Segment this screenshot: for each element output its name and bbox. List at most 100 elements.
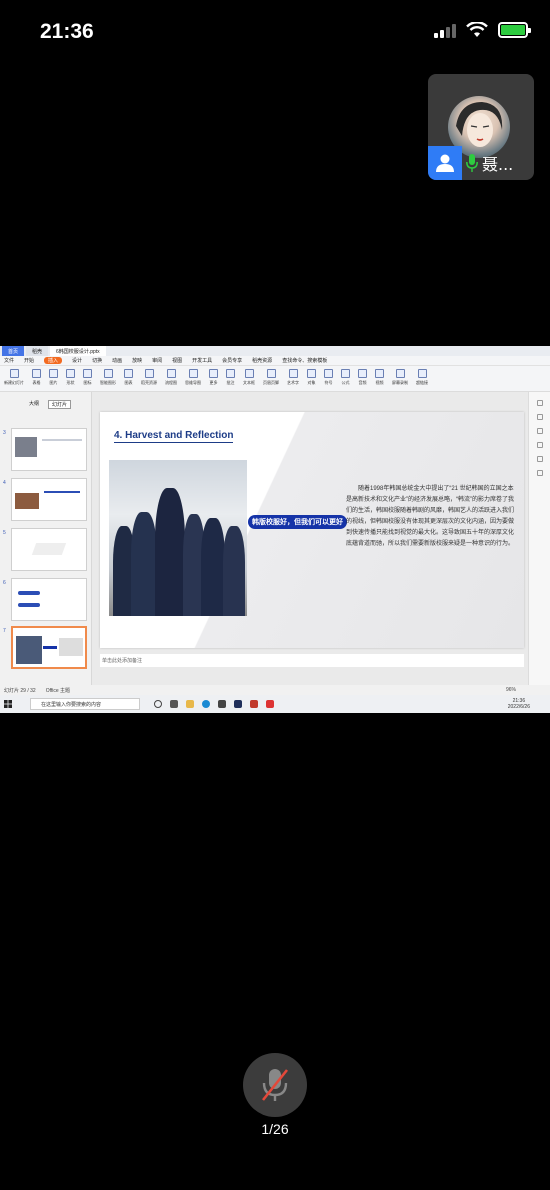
app-icon[interactable]	[250, 700, 258, 708]
photoshop-icon[interactable]	[234, 700, 242, 708]
tab-daoke[interactable]: 稻壳	[26, 346, 49, 356]
ribbon-resources[interactable]: 稻壳资源	[141, 369, 157, 386]
ribbon-comment[interactable]: 批注	[226, 369, 235, 386]
ribbon-flowchart[interactable]: 流程图	[165, 369, 177, 386]
file-explorer-icon[interactable]	[186, 700, 194, 708]
ribbon-shape[interactable]: 形状	[66, 369, 75, 386]
notes-input[interactable]: 单击此处添加备注	[100, 654, 524, 667]
edge-icon[interactable]	[202, 700, 210, 708]
tab-outline[interactable]: 大纲	[26, 400, 42, 409]
ribbon-screen-record[interactable]: 屏幕录制	[392, 369, 408, 386]
menu-developer[interactable]: 开发工具	[192, 357, 212, 364]
tab-home[interactable]: 首页	[2, 346, 25, 356]
thumb-number: 4	[3, 480, 6, 486]
task-view-icon[interactable]	[170, 700, 178, 708]
insert-ribbon: 新建幻灯片 表格 图片 形状 图标 智能图形 图表 稻壳资源 流程图 思维导图 …	[0, 366, 550, 392]
hyperlink-icon	[417, 369, 427, 378]
slide-thumbnail-selected[interactable]	[11, 626, 87, 669]
menu-resources[interactable]: 稻壳资源	[252, 357, 272, 364]
ribbon-object[interactable]: 对象	[307, 369, 316, 386]
ribbon-formula[interactable]: 公式	[341, 369, 350, 386]
tool-icon[interactable]	[536, 400, 543, 406]
menu-search[interactable]: 查找命令、搜索模板	[282, 357, 327, 364]
tool-icon[interactable]	[536, 428, 543, 434]
slide-body-text[interactable]: 随着1998年韩国总统金大中提出了“21 世纪韩国的立国之本是高新技术和文化产业…	[346, 484, 518, 550]
caption-pill[interactable]: 韩版校服好，但我们可以更好	[248, 515, 347, 529]
battery-charging-icon	[498, 22, 531, 38]
picture-icon	[49, 369, 58, 378]
ribbon-new-slide[interactable]: 新建幻灯片	[4, 369, 24, 386]
share-page-counter: 1/26	[261, 1121, 289, 1137]
mute-toggle-button[interactable]	[243, 1053, 307, 1117]
ribbon-wordart[interactable]: 艺术字	[287, 369, 299, 386]
ribbon-audio[interactable]: 音频	[358, 369, 367, 386]
microphone-muted-icon	[261, 1069, 289, 1101]
chart-icon	[124, 369, 133, 378]
flowchart-icon	[166, 369, 176, 378]
cortana-icon[interactable]	[154, 700, 162, 708]
ribbon-more[interactable]: 更多	[209, 369, 218, 386]
ribbon-video[interactable]: 视频	[375, 369, 384, 386]
school-uniform-photo[interactable]	[109, 460, 247, 616]
slide-thumbnail[interactable]	[11, 578, 87, 621]
menu-design[interactable]: 设计	[72, 357, 82, 364]
app-status-bar: 幻灯片 29 / 32 Office 主题 96%	[0, 685, 550, 695]
symbol-icon	[324, 369, 333, 378]
ribbon-smartart[interactable]: 智能图形	[100, 369, 116, 386]
system-tray-clock[interactable]: 21:36 2022/6/26	[508, 698, 530, 710]
slide-title[interactable]: 4. Harvest and Reflection	[114, 430, 234, 443]
ribbon-header-footer[interactable]: 页眉页脚	[263, 369, 279, 386]
menu-insert[interactable]: 插入	[44, 357, 63, 364]
tool-icon[interactable]	[536, 456, 543, 462]
menu-member[interactable]: 会员专享	[222, 357, 242, 364]
icons-icon	[83, 369, 92, 378]
windows-start-icon[interactable]	[4, 700, 12, 708]
slide-canvas[interactable]: 4. Harvest and Reflection 韩版校服好，但我们可以更好 …	[100, 412, 524, 648]
shared-screen: 首页 稻壳 6韩国校服设计.pptx 文件 开始 插入 设计 切换 动画 放映 …	[0, 346, 550, 713]
slide-thumbnail[interactable]	[11, 528, 87, 571]
ribbon-textbox[interactable]: 文本框	[243, 369, 255, 386]
slide-thumbnail[interactable]	[11, 478, 87, 521]
menu-transition[interactable]: 切换	[92, 357, 102, 364]
video-icon	[375, 369, 384, 378]
slide-thumbnail[interactable]	[11, 428, 87, 471]
new-slide-icon	[9, 369, 19, 378]
tool-icon[interactable]	[536, 470, 543, 476]
menu-review[interactable]: 审阅	[152, 357, 162, 364]
tab-document[interactable]: 6韩国校服设计.pptx	[50, 346, 106, 356]
menu-view[interactable]: 视图	[172, 357, 182, 364]
zoom-level[interactable]: 96%	[506, 687, 516, 693]
ribbon-mindmap[interactable]: 思维导图	[185, 369, 201, 386]
ribbon-chart[interactable]: 图表	[124, 369, 133, 386]
slide-index: 幻灯片 29 / 32	[4, 687, 36, 694]
textbox-icon	[244, 369, 254, 378]
ribbon-table[interactable]: 表格	[32, 369, 41, 386]
ribbon-hyperlink[interactable]: 超链接	[416, 369, 428, 386]
smartart-icon	[103, 369, 113, 378]
menu-slideshow[interactable]: 放映	[132, 357, 142, 364]
tool-icon[interactable]	[536, 442, 543, 448]
thumb-number: 3	[3, 430, 6, 436]
slide-thumbnail-panel: 大纲 幻灯片 3 4 5 6 7	[0, 392, 92, 685]
theme-name: Office 主题	[45, 687, 71, 694]
menu-home[interactable]: 开始	[24, 357, 34, 364]
user-icon	[428, 146, 462, 180]
wps-tab-bar: 首页 稻壳 6韩国校服设计.pptx	[0, 346, 550, 356]
ribbon-icon[interactable]: 图标	[83, 369, 92, 386]
wps-icon[interactable]	[266, 700, 274, 708]
ribbon-symbol[interactable]: 符号	[324, 369, 333, 386]
video-call-window[interactable]: 聂...	[428, 74, 534, 180]
thumb-number: 6	[3, 580, 6, 586]
table-icon	[32, 369, 41, 378]
menu-file[interactable]: 文件	[4, 357, 14, 364]
object-icon	[307, 369, 316, 378]
taskbar-search-input[interactable]: 在这里输入你要搜索的内容	[30, 698, 140, 710]
tab-slides[interactable]: 幻灯片	[48, 400, 72, 409]
audio-icon	[358, 369, 367, 378]
store-icon[interactable]	[218, 700, 226, 708]
caller-name-text: 聂...	[482, 155, 514, 174]
ribbon-picture[interactable]: 图片	[49, 369, 58, 386]
caller-info-bar: 聂...	[428, 146, 534, 180]
menu-animation[interactable]: 动画	[112, 357, 122, 364]
tool-icon[interactable]	[536, 414, 543, 420]
